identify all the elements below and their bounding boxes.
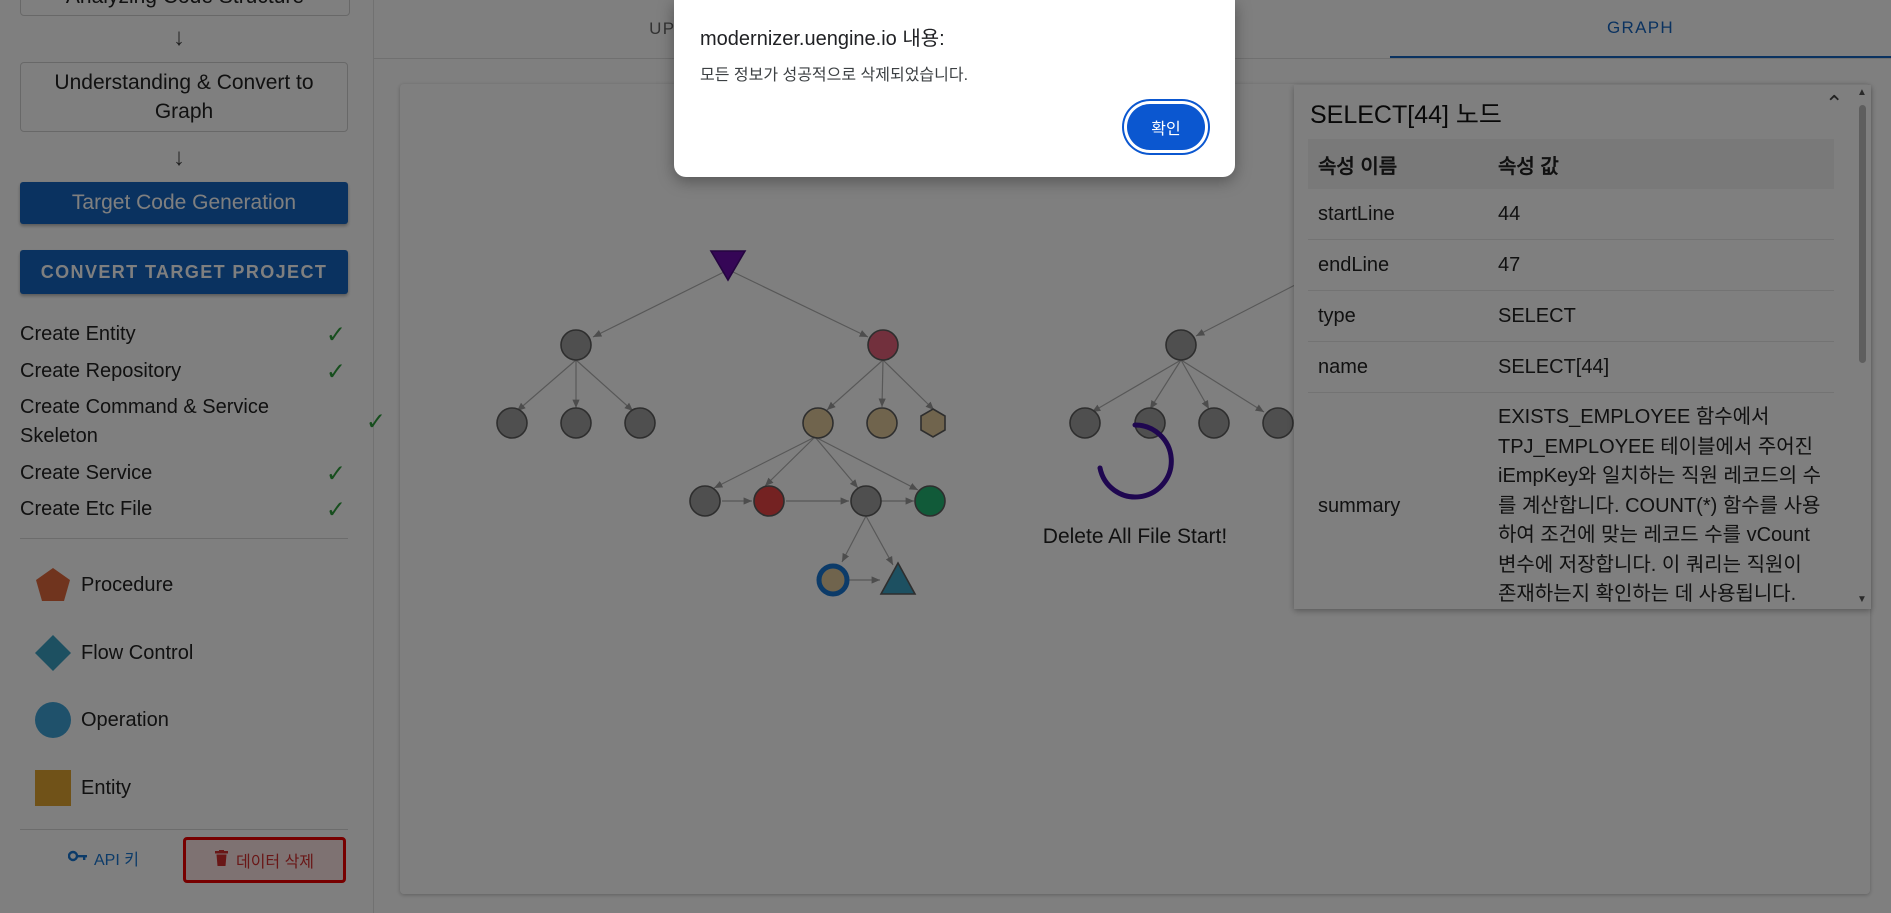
dialog-ok-label: 확인	[1151, 121, 1181, 138]
dialog-title: modernizer.uengine.io 내용:	[700, 28, 945, 50]
alert-dialog: modernizer.uengine.io 내용: 모든 정보가 성공적으로 삭…	[674, 0, 1235, 177]
dialog-message: 모든 정보가 성공적으로 삭제되었습니다.	[700, 67, 969, 84]
dialog-ok-button[interactable]: 확인	[1127, 104, 1205, 150]
